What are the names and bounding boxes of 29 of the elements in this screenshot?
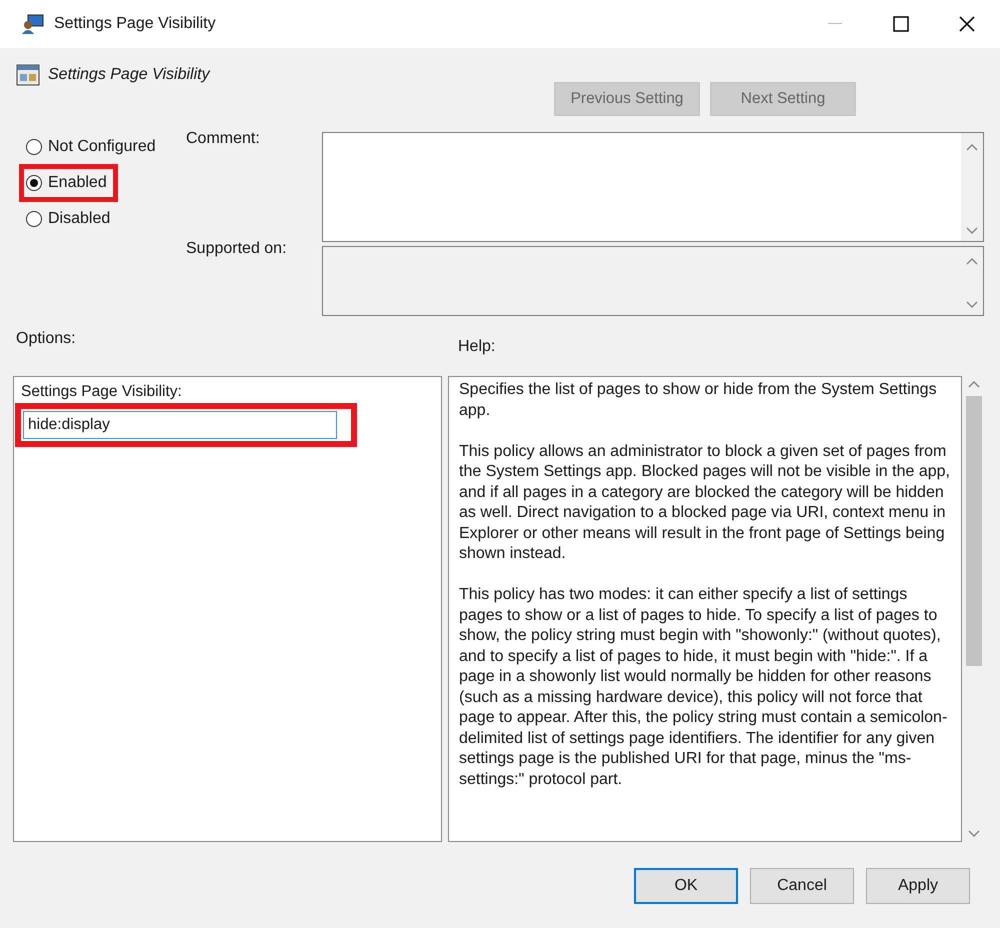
dialog-button[interactable]: Apply (866, 868, 970, 904)
window-title: Settings Page Visibility (54, 15, 216, 33)
radio-button[interactable]: Enabled (26, 172, 111, 194)
radio-button[interactable]: Not Configured (26, 136, 160, 158)
supported-on-label: Supported on: (186, 240, 288, 258)
dialog-button[interactable]: Cancel (750, 868, 854, 904)
scroll-down-icon[interactable] (968, 830, 980, 838)
comment-field[interactable] (322, 132, 984, 242)
scroll-up-icon[interactable] (968, 380, 980, 388)
text-field[interactable]: hide:display (23, 411, 337, 439)
help-paragraph: Specifies the list of pages to show or hide from the System Settings app. (459, 380, 938, 420)
scroll-down-icon[interactable] (966, 301, 978, 309)
help-paragraph: This policy allows an administrator to block a given set of pages from the System Settings app. Blocked pages will not be visible in the app, and if all pages in a category are blocked the category will be hidden as well. Direct navigation to a blocked page via URI, context menu in Explorer or other means will result in the front page of Settings being shown instead. (459, 442, 951, 564)
comment-label: Comment: (186, 130, 261, 148)
scroll-down-icon[interactable] (966, 227, 978, 235)
computer-user-icon (22, 14, 44, 34)
options-label: Options: (16, 330, 77, 349)
maximize-icon (893, 16, 909, 32)
policy-icon (16, 64, 40, 86)
scroll-up-icon[interactable] (966, 143, 978, 151)
help-label: Help: (458, 338, 496, 356)
help-paragraph: This policy has two modes: it can either specify a list of settings pages to show or a list of pages to hide. To specify a list of pages to show, the policy string must begin with "showonly:" (without quotes), and to specify a list of pages to hide, it must begin with "hide:". If a page in a showonly list would normally be hidden for other reasons (such as a missing hardware device), this policy will not force that page to appear. After this, the policy string must contain a semicolon-delimited list of settings page identifiers. The identifier for any given settings page is the published URI for that page, minus the "ms-settings:" protocol part. (459, 585, 948, 790)
radio-button[interactable]: Disabled (26, 208, 114, 230)
close-icon (958, 15, 976, 33)
minimize-icon (828, 23, 842, 25)
field-label: Settings Page Visibility: (21, 383, 183, 401)
dialog-button[interactable]: OK (634, 868, 738, 904)
policy-title: Settings Page Visibility (48, 66, 210, 84)
scroll-up-icon[interactable] (966, 257, 978, 265)
